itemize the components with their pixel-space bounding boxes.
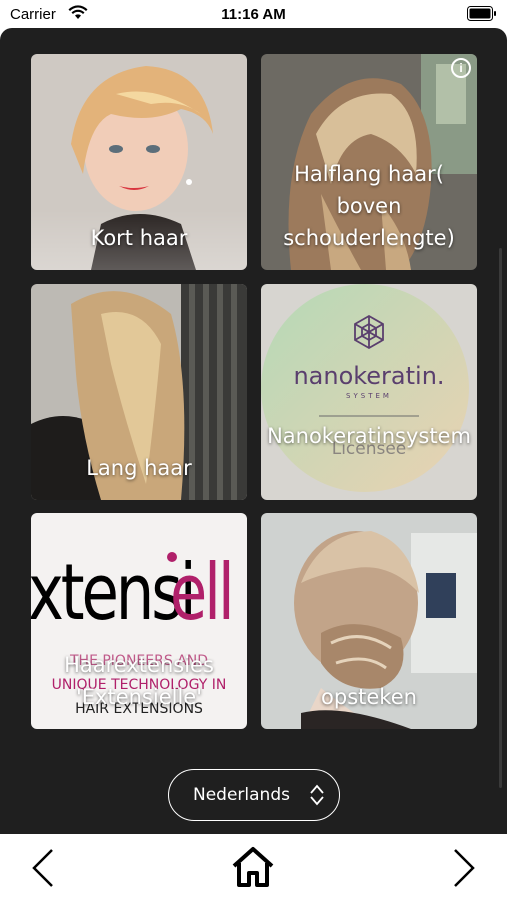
home-icon[interactable] — [230, 846, 276, 888]
category-panel: Kort haar i Halflang haar( boven schoude… — [0, 28, 507, 834]
svg-text:ell: ell — [170, 548, 232, 638]
battery-icon — [467, 6, 496, 21]
tile-label: Haarextensies 'Extensielle' — [64, 653, 214, 709]
tile-label: Lang haar — [86, 456, 192, 480]
svg-text:SYSTEM: SYSTEM — [346, 392, 392, 400]
tile-haarextensies[interactable]: xtensi ell THE PIONEERS AND UNIQUE TECHN… — [31, 513, 247, 729]
tile-label: Halflang haar( boven schouderlengte) — [283, 162, 455, 250]
tile-nanokeratinsystem[interactable]: nanokeratin. SYSTEM Licensee Nanokeratin… — [261, 284, 477, 500]
chevron-left-icon[interactable] — [30, 848, 56, 888]
tile-halflang-haar[interactable]: i Halflang haar( boven schouderlengte) — [261, 54, 477, 270]
language-select[interactable]: Nederlands — [168, 769, 340, 821]
bottom-navigation — [0, 834, 507, 900]
chevron-right-icon[interactable] — [451, 848, 477, 888]
tile-label: opsteken — [321, 685, 417, 709]
language-value: Nederlands — [193, 785, 290, 805]
tile-label: Kort haar — [90, 226, 188, 250]
status-bar: Carrier 11:16 AM — [0, 0, 507, 30]
tile-kort-haar[interactable]: Kort haar — [31, 54, 247, 270]
info-icon[interactable]: i — [451, 58, 471, 78]
nanokeratin-logo-image: nanokeratin. SYSTEM Licensee — [261, 284, 477, 500]
tile-lang-haar[interactable]: Lang haar — [31, 284, 247, 500]
scrollbar[interactable] — [499, 248, 502, 788]
tile-opsteken[interactable]: opsteken — [261, 513, 477, 729]
clock: 11:16 AM — [221, 6, 286, 23]
updown-chevron-icon — [310, 784, 324, 806]
tile-label: Nanokeratinsystem — [267, 424, 471, 448]
svg-text:nanokeratin.: nanokeratin. — [293, 362, 444, 390]
